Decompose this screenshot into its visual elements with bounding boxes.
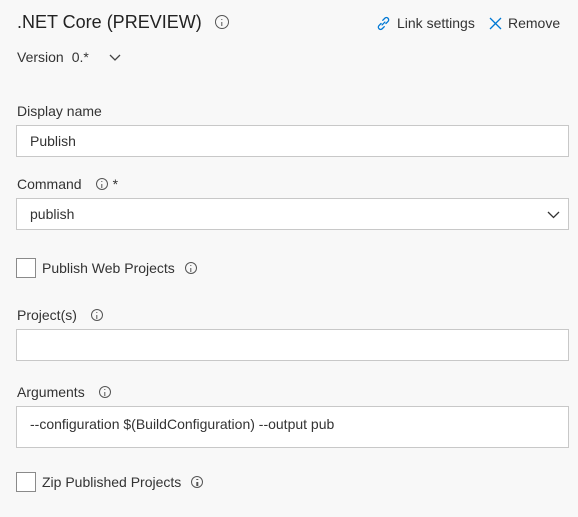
arguments-textarea[interactable]: --configuration $(BuildConfiguration) --… xyxy=(16,406,569,448)
publish-web-projects-label: Publish Web Projects xyxy=(42,260,175,276)
publish-web-projects-checkbox[interactable] xyxy=(16,258,36,278)
display-name-label-row: Display name xyxy=(17,103,102,119)
zip-published-projects-row: Zip Published Projects xyxy=(16,472,204,492)
required-marker: * xyxy=(112,176,119,192)
arguments-value: --configuration $(BuildConfiguration) --… xyxy=(30,416,335,432)
projects-input[interactable] xyxy=(16,329,569,361)
display-name-value: Publish xyxy=(30,133,76,149)
zip-published-projects-label: Zip Published Projects xyxy=(42,474,182,490)
task-title: .NET Core (PREVIEW) xyxy=(17,12,202,32)
arguments-label: Arguments xyxy=(17,384,85,400)
command-select[interactable]: publish xyxy=(16,198,569,230)
info-icon[interactable] xyxy=(184,262,197,274)
remove-label: Remove xyxy=(508,15,561,31)
link-settings-button[interactable]: Link settings xyxy=(376,15,475,31)
chevron-down-icon xyxy=(547,206,560,222)
task-title-row: .NET Core (PREVIEW) xyxy=(17,12,229,33)
command-label: Command xyxy=(17,176,82,192)
command-label-row: Command * xyxy=(17,176,118,192)
command-value: publish xyxy=(30,206,75,222)
publish-web-projects-row: Publish Web Projects xyxy=(16,258,197,278)
chevron-down-icon xyxy=(109,49,121,65)
link-icon xyxy=(376,16,391,31)
link-settings-label: Link settings xyxy=(397,15,475,31)
info-icon[interactable] xyxy=(191,476,204,488)
zip-published-projects-checkbox[interactable] xyxy=(16,472,36,492)
info-icon[interactable] xyxy=(214,15,229,30)
info-icon[interactable] xyxy=(95,178,108,190)
remove-button[interactable]: Remove xyxy=(489,15,560,31)
projects-label-row: Project(s) xyxy=(17,307,103,323)
version-value: 0.* xyxy=(71,49,89,65)
info-icon[interactable] xyxy=(98,386,111,398)
info-icon[interactable] xyxy=(90,309,103,321)
close-icon xyxy=(489,17,502,30)
projects-label: Project(s) xyxy=(17,307,77,323)
arguments-label-row: Arguments xyxy=(17,384,111,400)
display-name-input[interactable]: Publish xyxy=(16,125,569,157)
version-selector[interactable]: Version 0.* xyxy=(17,49,121,65)
version-label: Version xyxy=(17,49,64,65)
display-name-label: Display name xyxy=(17,103,102,119)
